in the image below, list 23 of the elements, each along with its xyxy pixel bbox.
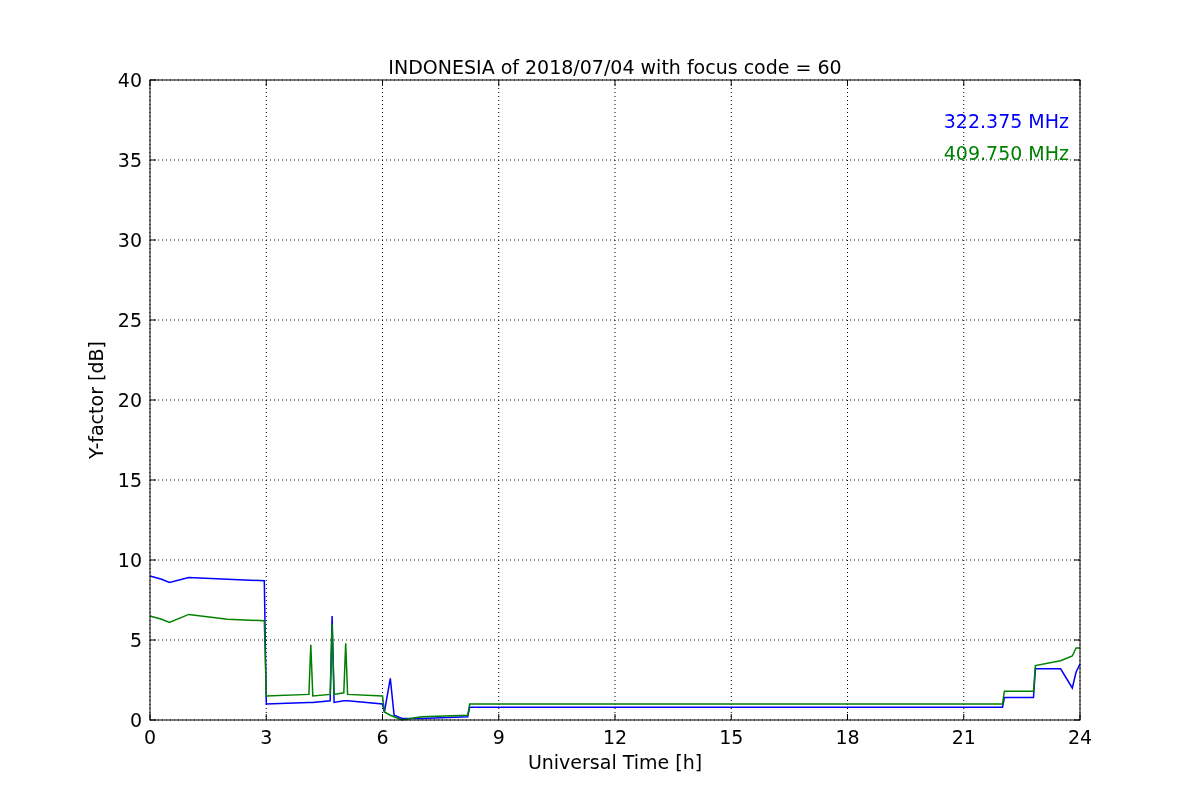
x-tick-label: 3 <box>260 726 273 748</box>
x-tick-label: 21 <box>951 726 976 748</box>
y-tick-label: 10 <box>117 549 142 571</box>
x-tick-label: 12 <box>602 726 628 748</box>
y-tick-label: 30 <box>117 229 142 251</box>
y-tick-label: 40 <box>117 69 142 91</box>
y-tick-label: 5 <box>129 629 142 651</box>
y-tick-label: 35 <box>117 149 142 171</box>
y-axis-label: Y-factor [dB] <box>85 341 107 459</box>
y-tick-label: 0 <box>129 709 142 731</box>
y-tick-label: 15 <box>117 469 142 491</box>
x-tick-label: 18 <box>835 726 860 748</box>
x-axis-label: Universal Time [h] <box>527 751 703 773</box>
x-tick-label: 6 <box>376 726 389 748</box>
x-tick-label: 24 <box>1067 726 1093 748</box>
legend-label: 409.750 MHz <box>943 142 1069 164</box>
y-tick-label: 25 <box>117 309 142 331</box>
x-tick-label: 9 <box>492 726 505 748</box>
y-tick-label: 20 <box>117 389 142 411</box>
legend-label: 322.375 MHz <box>943 110 1069 132</box>
x-tick-label: 15 <box>719 726 744 748</box>
chart-title: INDONESIA of 2018/07/04 with focus code = 60 <box>388 56 842 78</box>
x-tick-label: 0 <box>143 726 157 748</box>
